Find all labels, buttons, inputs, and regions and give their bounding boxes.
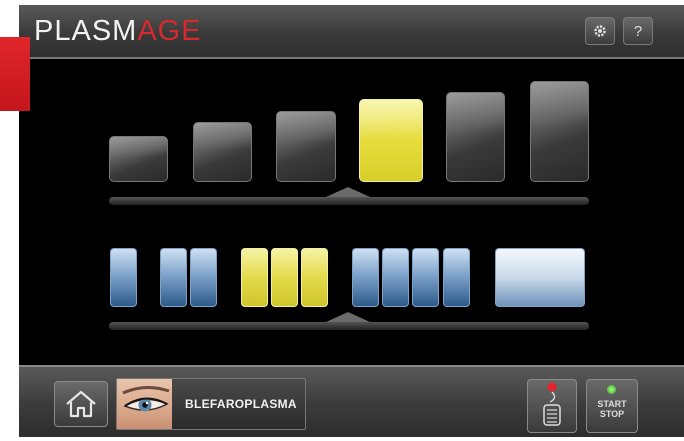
power-cell-2[interactable] — [160, 248, 187, 307]
tip-size-4-selected[interactable] — [359, 99, 423, 182]
power-cell-5-selected[interactable] — [271, 248, 298, 307]
eye-thumbnail — [117, 379, 172, 429]
power-cell-4-selected[interactable] — [241, 248, 268, 307]
power-cell-9[interactable] — [412, 248, 439, 307]
program-label: BLEFAROPLASMA — [185, 397, 297, 411]
bottom-bar: BLEFAROPLASMA START STOP — [19, 365, 684, 437]
program-selector[interactable]: BLEFAROPLASMA — [116, 378, 306, 430]
power-cell-3[interactable] — [190, 248, 217, 307]
home-icon — [66, 390, 96, 418]
home-button[interactable] — [54, 381, 108, 427]
start-label: START — [597, 399, 627, 409]
settings-button[interactable] — [585, 17, 615, 45]
side-tab[interactable] — [0, 37, 30, 111]
tip-slider-track[interactable] — [109, 197, 589, 205]
foot-pedal-button[interactable] — [527, 379, 577, 433]
help-button[interactable]: ? — [623, 17, 653, 45]
gear-icon — [594, 25, 606, 37]
power-cell-1[interactable] — [110, 248, 137, 307]
power-cell-10[interactable] — [443, 248, 470, 307]
brand-logo: PLASMAGE — [34, 15, 202, 47]
tip-size-6[interactable] — [530, 81, 589, 182]
tip-size-5[interactable] — [446, 92, 505, 182]
power-cell-7[interactable] — [352, 248, 379, 307]
stop-label: STOP — [599, 409, 625, 419]
power-cell-8[interactable] — [382, 248, 409, 307]
power-cell-6-selected[interactable] — [301, 248, 328, 307]
device-screen: PLASMAGE ? BLEFAROPLASMA START STOP — [19, 5, 684, 437]
start-stop-button[interactable]: START STOP — [586, 379, 638, 433]
tip-selector-arrow — [326, 187, 370, 197]
tip-size-2[interactable] — [193, 122, 252, 182]
power-selector-arrow — [326, 312, 370, 322]
status-led — [607, 385, 616, 394]
tip-size-3[interactable] — [276, 111, 336, 182]
foot-pedal-icon — [543, 382, 561, 426]
top-bar: PLASMAGE ? — [19, 5, 684, 59]
power-slider-track[interactable] — [109, 322, 589, 330]
help-label: ? — [633, 22, 643, 40]
eye-image — [122, 386, 170, 412]
power-cell-continuous[interactable] — [495, 248, 585, 307]
tip-size-1[interactable] — [109, 136, 168, 182]
main-panel — [19, 59, 684, 365]
